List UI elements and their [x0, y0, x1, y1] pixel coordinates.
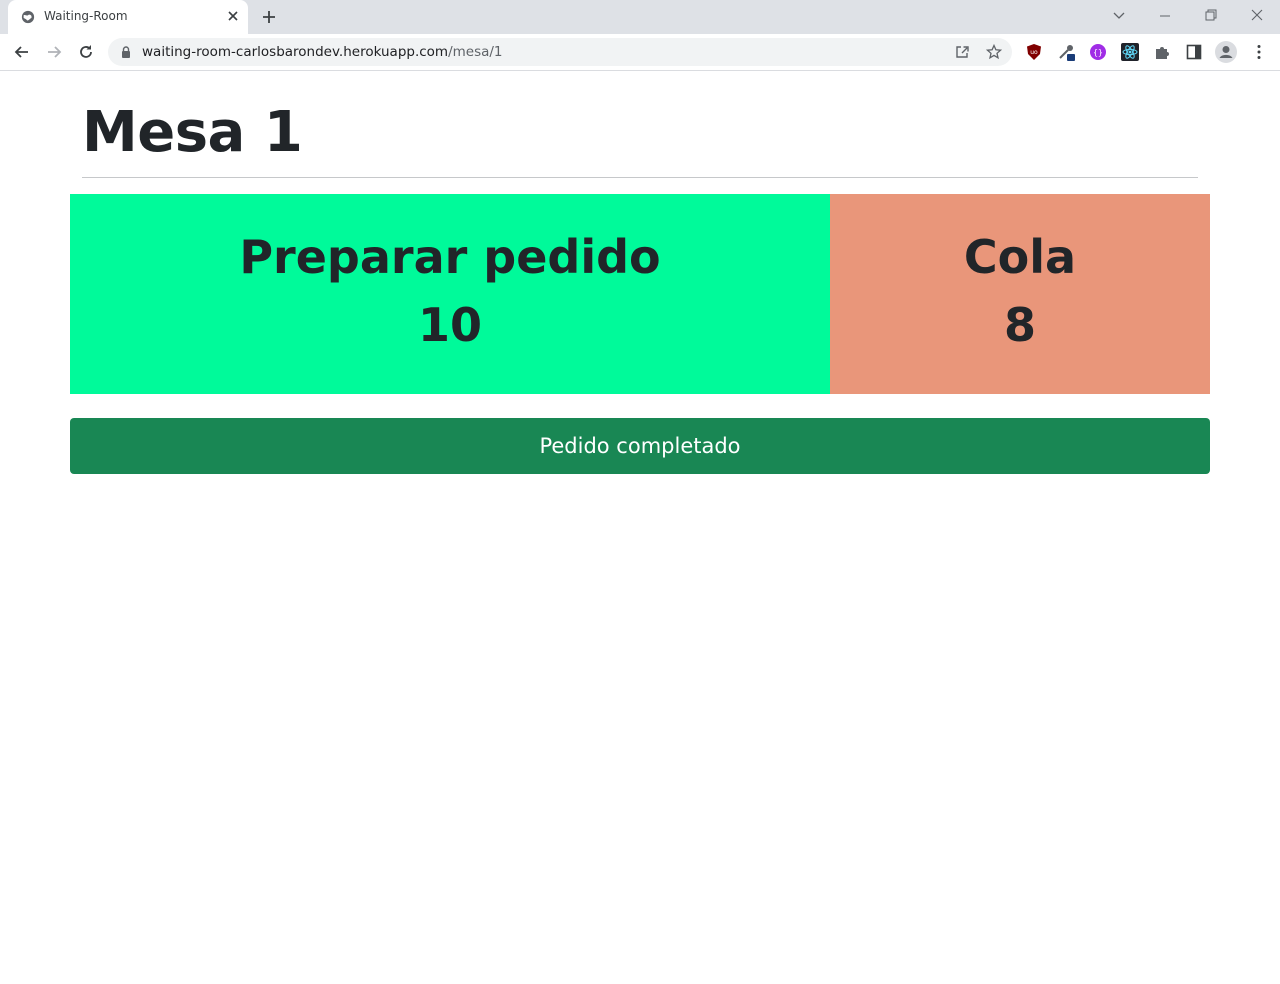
tab-search-chevron-icon[interactable] [1108, 6, 1130, 26]
queue-panel: Cola 8 [830, 194, 1210, 394]
queue-label: Cola [963, 230, 1077, 284]
window-close-icon[interactable] [1246, 6, 1268, 26]
restore-icon[interactable] [1200, 6, 1222, 26]
divider [82, 177, 1198, 178]
url-host: waiting-room-carlosbarondev.herokuapp.co… [142, 44, 449, 60]
eyedropper-extension-icon[interactable] [1057, 43, 1075, 61]
url-text[interactable]: waiting-room-carlosbarondev.herokuapp.co… [142, 44, 503, 60]
browser-toolbar: waiting-room-carlosbarondev.herokuapp.co… [0, 34, 1280, 71]
svg-text:uo: uo [1030, 49, 1038, 56]
forward-arrow-icon[interactable] [44, 42, 64, 62]
prepare-order-label: Preparar pedido [239, 230, 661, 284]
close-icon[interactable] [226, 9, 240, 23]
puzzle-extensions-icon[interactable] [1153, 43, 1171, 61]
address-bar[interactable]: waiting-room-carlosbarondev.herokuapp.co… [108, 38, 1012, 66]
minimize-icon[interactable] [1154, 6, 1176, 26]
browser-tab[interactable]: Waiting-Room [8, 0, 248, 34]
share-icon[interactable] [954, 44, 970, 60]
prepare-order-number: 10 [417, 298, 482, 352]
page-title: Mesa 1 [82, 100, 303, 165]
ublock-extension-icon[interactable]: uo [1025, 43, 1043, 61]
graphql-extension-icon[interactable]: {} [1089, 43, 1107, 61]
tab-title: Waiting-Room [44, 9, 128, 23]
side-panel-icon[interactable] [1185, 43, 1203, 61]
back-arrow-icon[interactable] [12, 42, 32, 62]
prepare-order-panel: Preparar pedido 10 [70, 194, 830, 394]
star-icon[interactable] [986, 44, 1002, 60]
globe-icon [21, 10, 35, 24]
react-devtools-icon[interactable] [1121, 43, 1139, 61]
kebab-menu-icon[interactable] [1250, 43, 1268, 61]
profile-avatar-icon[interactable] [1215, 41, 1237, 63]
queue-number: 8 [1003, 298, 1036, 352]
url-path: /mesa/1 [448, 44, 503, 60]
reload-icon[interactable] [76, 42, 96, 62]
tab-strip: Waiting-Room [0, 0, 1280, 34]
order-completed-button[interactable]: Pedido completado [70, 418, 1210, 474]
new-tab-plus-icon[interactable] [260, 8, 278, 26]
lock-icon[interactable] [120, 46, 132, 58]
svg-text:{}: {} [1093, 48, 1103, 57]
